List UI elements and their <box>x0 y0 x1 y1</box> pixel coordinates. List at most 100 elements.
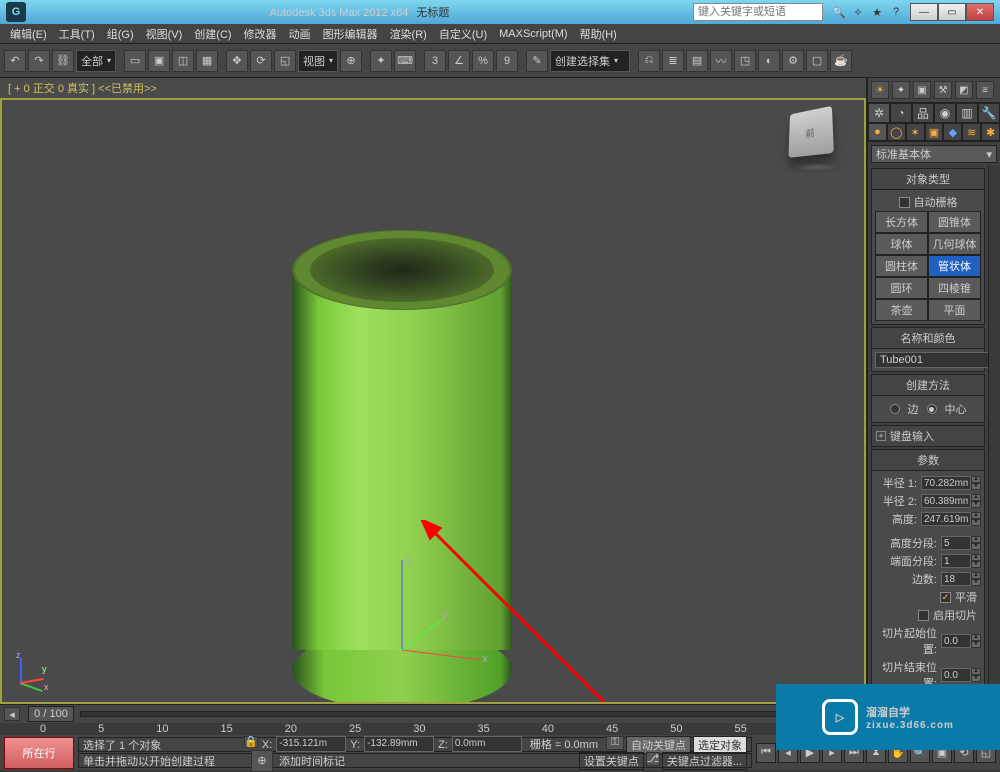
render-frame-icon[interactable]: ▢ <box>806 50 828 72</box>
menu-modifiers[interactable]: 修改器 <box>238 24 283 44</box>
window-crossing-icon[interactable]: ▦ <box>196 50 218 72</box>
csegs-dn[interactable]: ▼ <box>971 561 981 568</box>
help-icon[interactable]: ? <box>888 4 904 20</box>
camera-icon[interactable]: ✦ <box>892 81 910 99</box>
minimize-button[interactable]: — <box>910 3 938 21</box>
utilities-tab[interactable]: 🔧 <box>978 103 1000 123</box>
sub-helpers-icon[interactable]: ◆ <box>943 123 962 141</box>
menu-render[interactable]: 渲染(R) <box>384 24 433 44</box>
util3-icon[interactable]: ≡ <box>976 81 994 99</box>
radius2-dn[interactable]: ▼ <box>971 501 981 508</box>
pivot-icon[interactable]: ⊕ <box>340 50 362 72</box>
radius1-dn[interactable]: ▼ <box>971 483 981 490</box>
undo-icon[interactable]: ↶ <box>4 50 26 72</box>
radio-center[interactable] <box>927 404 937 414</box>
menu-tools[interactable]: 工具(T) <box>53 24 101 44</box>
hsegs-dn[interactable]: ▼ <box>971 543 981 550</box>
btn-sphere[interactable]: 球体 <box>875 233 928 255</box>
radius2-up[interactable]: ▲ <box>971 494 981 501</box>
viewcube[interactable]: 前 <box>786 108 846 168</box>
play-start-icon[interactable]: ⏮ <box>756 743 776 763</box>
coord-z-input[interactable]: 0.0mm <box>452 736 522 752</box>
menu-help[interactable]: 帮助(H) <box>574 24 623 44</box>
menu-maxscript[interactable]: MAXScript(M) <box>493 26 573 42</box>
sub-systems-icon[interactable]: ✱ <box>981 123 1000 141</box>
slice-end-input[interactable] <box>941 668 971 682</box>
menu-group[interactable]: 组(G) <box>101 24 140 44</box>
key-icon[interactable]: ⚿ <box>606 736 624 750</box>
manipulate-icon[interactable]: ✦ <box>370 50 392 72</box>
height-input[interactable] <box>921 512 971 526</box>
select-icon[interactable]: ▭ <box>124 50 146 72</box>
select-name-icon[interactable]: ▣ <box>148 50 170 72</box>
ref-coord-dropdown[interactable]: 视图▾ <box>298 50 338 72</box>
keyfilters-button[interactable]: 关键点过滤器... <box>662 752 747 770</box>
motion-tab[interactable]: ◉ <box>934 103 956 123</box>
link-icon[interactable]: ⛓ <box>52 50 74 72</box>
snap-toggle-3-icon[interactable]: 3 <box>424 50 446 72</box>
sub-shapes-icon[interactable]: ◯ <box>887 123 906 141</box>
btn-geosphere[interactable]: 几何球体 <box>928 233 981 255</box>
height-dn[interactable]: ▼ <box>971 519 981 526</box>
redo-icon[interactable]: ↷ <box>28 50 50 72</box>
layers-icon[interactable]: ▤ <box>686 50 708 72</box>
selection-filter-dropdown[interactable]: 全部▾ <box>76 50 116 72</box>
radius1-input[interactable] <box>921 476 971 490</box>
btn-tube[interactable]: 管状体 <box>928 255 981 277</box>
time-slider[interactable]: 0 / 100 <box>28 706 74 722</box>
menu-grapheditor[interactable]: 图形编辑器 <box>317 24 384 44</box>
btn-plane[interactable]: 平面 <box>928 299 981 321</box>
sides-input[interactable] <box>941 572 971 586</box>
setkey-button[interactable]: 设置关键点 <box>579 752 644 770</box>
btn-pyramid[interactable]: 四棱锥 <box>928 277 981 299</box>
menu-customize[interactable]: 自定义(U) <box>433 24 493 44</box>
slice-start-input[interactable] <box>941 634 971 648</box>
angle-snap-icon[interactable]: ∠ <box>448 50 470 72</box>
rollup-create-method[interactable]: 创建方法 <box>871 374 985 396</box>
keymode-icon[interactable]: ⎇ <box>646 752 660 766</box>
menu-views[interactable]: 视图(V) <box>140 24 189 44</box>
help-search-input[interactable] <box>693 3 823 21</box>
align-icon[interactable]: ≣ <box>662 50 684 72</box>
schematic-icon[interactable]: ◳ <box>734 50 756 72</box>
display-tab[interactable]: ▥ <box>956 103 978 123</box>
light-icon[interactable]: ☀ <box>871 81 889 99</box>
category-dropdown[interactable]: 标准基本体▾ <box>871 145 997 163</box>
btn-cylinder[interactable]: 圆柱体 <box>875 255 928 277</box>
select-region-icon[interactable]: ◫ <box>172 50 194 72</box>
tool-icon[interactable]: ✧ <box>850 4 866 20</box>
slice-checkbox[interactable] <box>918 610 929 621</box>
viewport[interactable]: z x y 前 zyx <box>0 98 866 704</box>
btn-cone[interactable]: 圆锥体 <box>928 211 981 233</box>
hierarchy-tab[interactable]: 品 <box>912 103 934 123</box>
lock-icon[interactable]: 🔒 <box>244 736 258 748</box>
ss-dn[interactable]: ▼ <box>971 641 981 648</box>
util2-icon[interactable]: ◩ <box>955 81 973 99</box>
smooth-checkbox[interactable]: ✓ <box>940 592 951 603</box>
se-dn[interactable]: ▼ <box>971 675 981 682</box>
material-editor-icon[interactable]: ◐ <box>758 50 780 72</box>
cap-segs-input[interactable] <box>941 554 971 568</box>
btn-teapot[interactable]: 茶壶 <box>875 299 928 321</box>
sub-spacewarps-icon[interactable]: ≋ <box>962 123 981 141</box>
keyboard-shortcut-icon[interactable]: ⌨ <box>394 50 416 72</box>
menu-create[interactable]: 创建(C) <box>188 24 237 44</box>
render-icon[interactable]: ☕ <box>830 50 852 72</box>
coord-y-input[interactable]: -132.89mm <box>364 736 434 752</box>
utility-icon[interactable]: ⚒ <box>934 81 952 99</box>
maximize-button[interactable]: ▭ <box>938 3 966 21</box>
autogrid-checkbox[interactable] <box>899 197 910 208</box>
display-icon[interactable]: ▣ <box>913 81 931 99</box>
height-segs-input[interactable] <box>941 536 971 550</box>
timetag-icon[interactable]: ⊕ <box>251 750 273 772</box>
sub-lights-icon[interactable]: ✶ <box>906 123 925 141</box>
radius2-input[interactable] <box>921 494 971 508</box>
rotate-icon[interactable]: ⟳ <box>250 50 272 72</box>
timeslider-prev[interactable]: ◂ <box>4 707 20 721</box>
se-up[interactable]: ▲ <box>971 668 981 675</box>
viewport-label[interactable]: [ + 0 正交 0 真实 ] <<已禁用>> <box>0 78 866 98</box>
rollup-params[interactable]: 参数 <box>871 449 985 471</box>
panel-scrollbar[interactable] <box>988 166 1000 704</box>
btn-box[interactable]: 长方体 <box>875 211 928 233</box>
create-tab[interactable]: ✲ <box>868 103 890 123</box>
